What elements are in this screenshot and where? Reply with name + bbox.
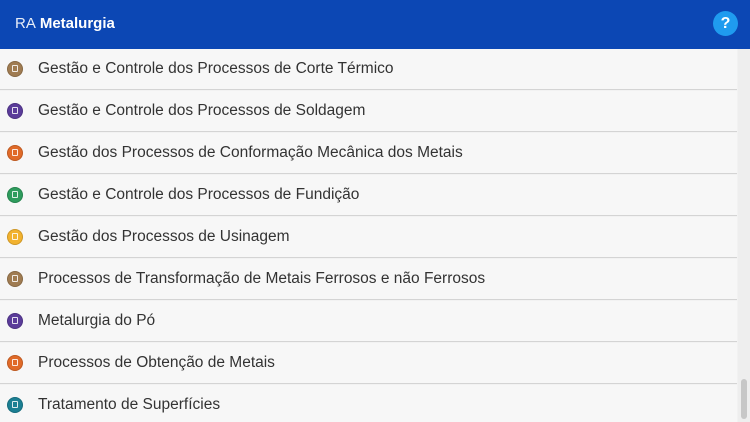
list-item[interactable]: Gestão e Controle dos Processos de Solda…: [0, 91, 737, 132]
list-item[interactable]: Processos de Transformação de Metais Fer…: [0, 259, 737, 300]
teal-surface-icon: [7, 397, 23, 413]
yellow-machining-icon: [7, 229, 23, 245]
list-item-label: Metalurgia do Pó: [38, 312, 156, 329]
orange-press-icon: [7, 145, 23, 161]
scrollbar[interactable]: [738, 49, 750, 422]
app-bar: RA Metalurgia ?: [0, 0, 750, 49]
brown-gear-icon: [7, 271, 23, 287]
brown-gear-icon: [7, 61, 23, 77]
purple-welding-icon: [7, 103, 23, 119]
app-title-prefix: RA: [15, 15, 36, 32]
topic-list: Gestão e Controle dos Processos de Corte…: [0, 49, 737, 422]
green-casting-icon: [7, 187, 23, 203]
help-button[interactable]: ?: [713, 11, 738, 36]
list-item[interactable]: Gestão dos Processos de Conformação Mecâ…: [0, 133, 737, 174]
list-item[interactable]: Gestão dos Processos de Usinagem: [0, 217, 737, 258]
list-item-label: Gestão dos Processos de Usinagem: [38, 228, 290, 245]
list-item-label: Processos de Obtenção de Metais: [38, 354, 275, 371]
list-item[interactable]: Processos de Obtenção de Metais: [0, 343, 737, 384]
app-title-name: Metalurgia: [39, 15, 115, 32]
purple-welding-icon: [7, 313, 23, 329]
list-item-label: Gestão e Controle dos Processos de Solda…: [38, 102, 366, 119]
list-item-label: Gestão e Controle dos Processos de Corte…: [38, 60, 394, 77]
list-item-label: Gestão dos Processos de Conformação Mecâ…: [38, 144, 463, 161]
list-item[interactable]: Gestão e Controle dos Processos de Corte…: [0, 49, 737, 90]
list-item-label: Processos de Transformação de Metais Fer…: [38, 270, 486, 287]
list-item[interactable]: Tratamento de Superfícies: [0, 385, 737, 422]
app-title: RA Metalurgia: [15, 15, 115, 33]
list-item-label: Gestão e Controle dos Processos de Fundi…: [38, 186, 360, 203]
list-item-label: Tratamento de Superfícies: [38, 396, 221, 413]
orange-press-icon: [7, 355, 23, 371]
list-item[interactable]: Metalurgia do Pó: [0, 301, 737, 342]
scroll-thumb[interactable]: [741, 379, 747, 419]
list-item[interactable]: Gestão e Controle dos Processos de Fundi…: [0, 175, 737, 216]
